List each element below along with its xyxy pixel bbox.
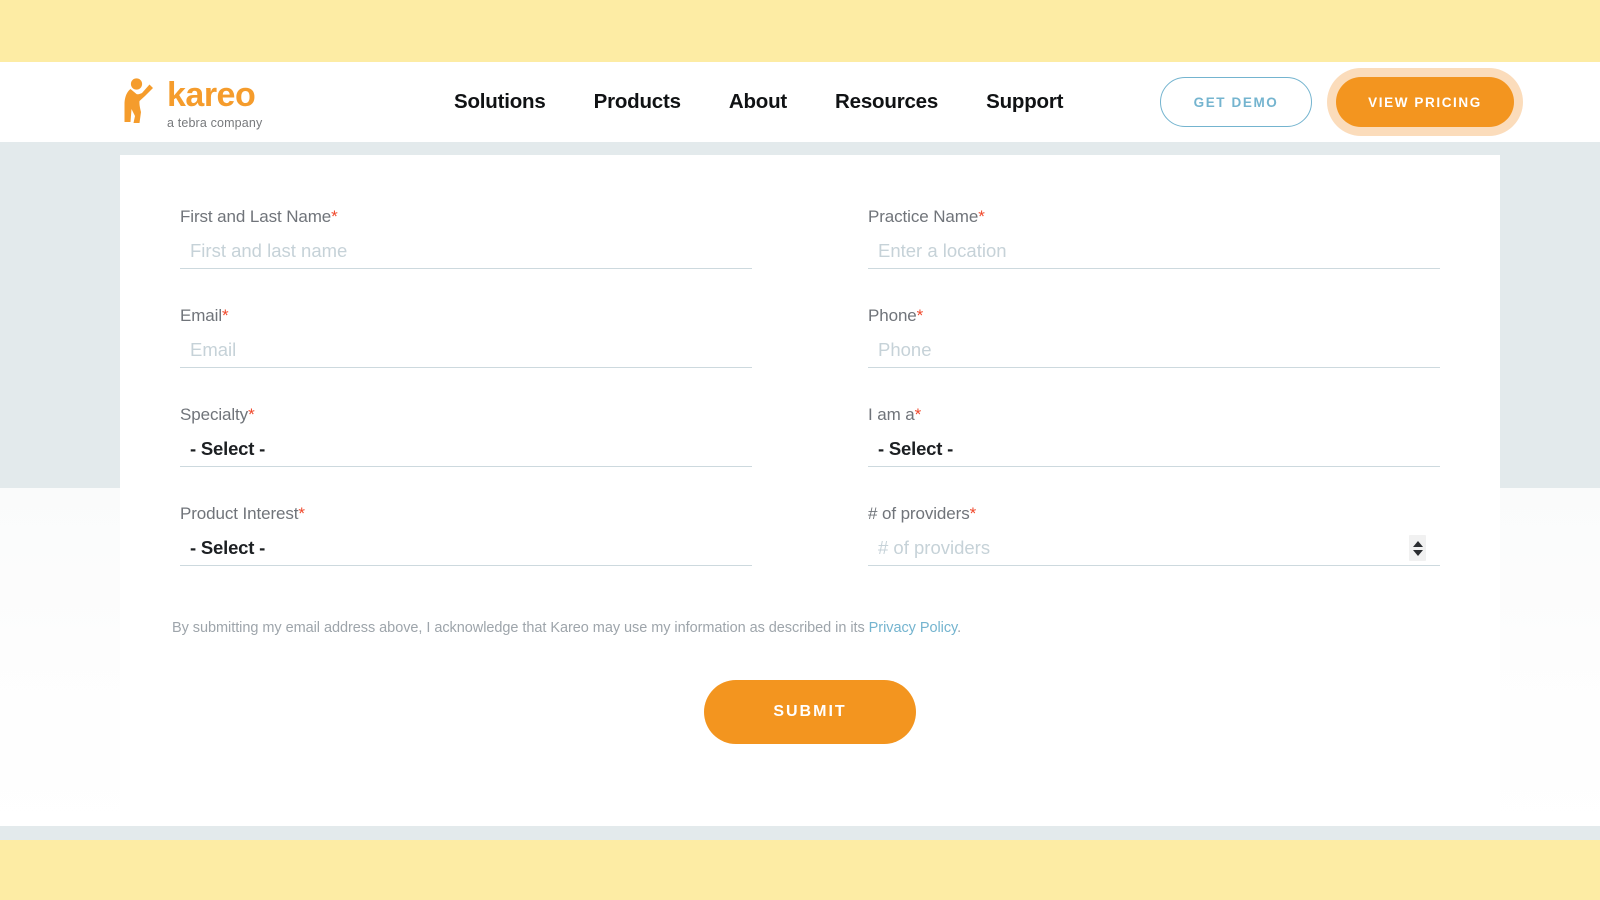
logo-wordmark: kareo xyxy=(167,76,256,114)
header-actions: GET DEMO VIEW PRICING xyxy=(1160,62,1523,142)
form-fields-grid: First and Last Name* Practice Name* Emai… xyxy=(180,207,1440,603)
phone-input[interactable] xyxy=(868,333,1440,367)
stepper-down-icon[interactable] xyxy=(1412,549,1423,556)
view-pricing-button-wrap: VIEW PRICING xyxy=(1327,68,1523,136)
lead-capture-form-card: First and Last Name* Practice Name* Emai… xyxy=(120,155,1500,826)
bottom-accent-band xyxy=(0,840,1600,900)
section-divider xyxy=(0,826,1600,840)
nav-item-about[interactable]: About xyxy=(705,90,811,114)
required-marker: * xyxy=(916,306,924,325)
field-email: Email* xyxy=(180,306,752,405)
field-product-interest: Product Interest* - Select - xyxy=(180,504,752,603)
field-first-and-last-name: First and Last Name* xyxy=(180,207,752,306)
control-first-and-last-name xyxy=(180,234,752,269)
nav-item-support[interactable]: Support xyxy=(962,90,1087,114)
product-interest-select[interactable]: - Select - xyxy=(180,531,752,565)
first-and-last-name-input[interactable] xyxy=(180,234,752,268)
field-specialty: Specialty* - Select - xyxy=(180,405,752,504)
label-product-interest: Product Interest* xyxy=(180,504,305,523)
field-i-am-a: I am a* - Select - xyxy=(868,405,1440,504)
required-marker: * xyxy=(331,207,338,226)
logo-tagline: a tebra company xyxy=(167,116,263,130)
required-marker: * xyxy=(969,504,977,523)
field-phone: Phone* xyxy=(868,306,1440,405)
view-pricing-button[interactable]: VIEW PRICING xyxy=(1336,77,1514,127)
control-number-of-providers xyxy=(868,531,1440,566)
practice-name-input[interactable] xyxy=(868,234,1440,268)
label-first-and-last-name: First and Last Name* xyxy=(180,207,338,226)
submit-button[interactable]: SUBMIT xyxy=(704,680,916,744)
kareo-person-icon xyxy=(124,78,153,123)
required-marker: * xyxy=(978,207,985,226)
label-specialty: Specialty* xyxy=(180,405,255,424)
kareo-logo[interactable]: kareo a tebra company xyxy=(120,74,262,130)
number-stepper-icon[interactable] xyxy=(1409,535,1426,561)
number-of-providers-input[interactable] xyxy=(868,531,1440,565)
privacy-disclaimer: By submitting my email address above, I … xyxy=(172,620,961,636)
label-practice-name: Practice Name* xyxy=(868,207,985,226)
field-practice-name: Practice Name* xyxy=(868,207,1440,306)
disclaimer-text-before: By submitting my email address above, I … xyxy=(172,620,869,636)
required-marker: * xyxy=(222,306,229,325)
submit-row: SUBMIT xyxy=(120,680,1500,744)
label-phone: Phone* xyxy=(868,306,924,325)
email-input[interactable] xyxy=(180,333,752,367)
control-practice-name xyxy=(868,234,1440,269)
control-specialty: - Select - xyxy=(180,432,752,467)
required-marker: * xyxy=(248,405,255,424)
get-demo-button[interactable]: GET DEMO xyxy=(1160,77,1312,127)
site-header: kareo a tebra company Solutions Products… xyxy=(0,62,1600,142)
nav-item-solutions[interactable]: Solutions xyxy=(430,90,570,114)
label-email: Email* xyxy=(180,306,229,325)
control-product-interest: - Select - xyxy=(180,531,752,566)
required-marker: * xyxy=(298,504,305,523)
nav-item-resources[interactable]: Resources xyxy=(811,90,962,114)
control-i-am-a: - Select - xyxy=(868,432,1440,467)
nav-item-products[interactable]: Products xyxy=(570,90,705,114)
specialty-select[interactable]: - Select - xyxy=(180,432,752,466)
field-number-of-providers: # of providers* xyxy=(868,504,1440,603)
disclaimer-text-after: . xyxy=(957,620,962,636)
page-root: kareo a tebra company Solutions Products… xyxy=(0,0,1600,900)
i-am-a-select[interactable]: - Select - xyxy=(868,432,1440,466)
required-marker: * xyxy=(914,405,922,424)
primary-nav: Solutions Products About Resources Suppo… xyxy=(430,62,1087,142)
control-phone xyxy=(868,333,1440,368)
top-accent-band xyxy=(0,0,1600,62)
stepper-up-icon[interactable] xyxy=(1412,540,1423,547)
privacy-policy-link[interactable]: Privacy Policy xyxy=(869,620,958,636)
label-i-am-a: I am a* xyxy=(868,405,922,424)
control-email xyxy=(180,333,752,368)
label-number-of-providers: # of providers* xyxy=(868,504,977,523)
